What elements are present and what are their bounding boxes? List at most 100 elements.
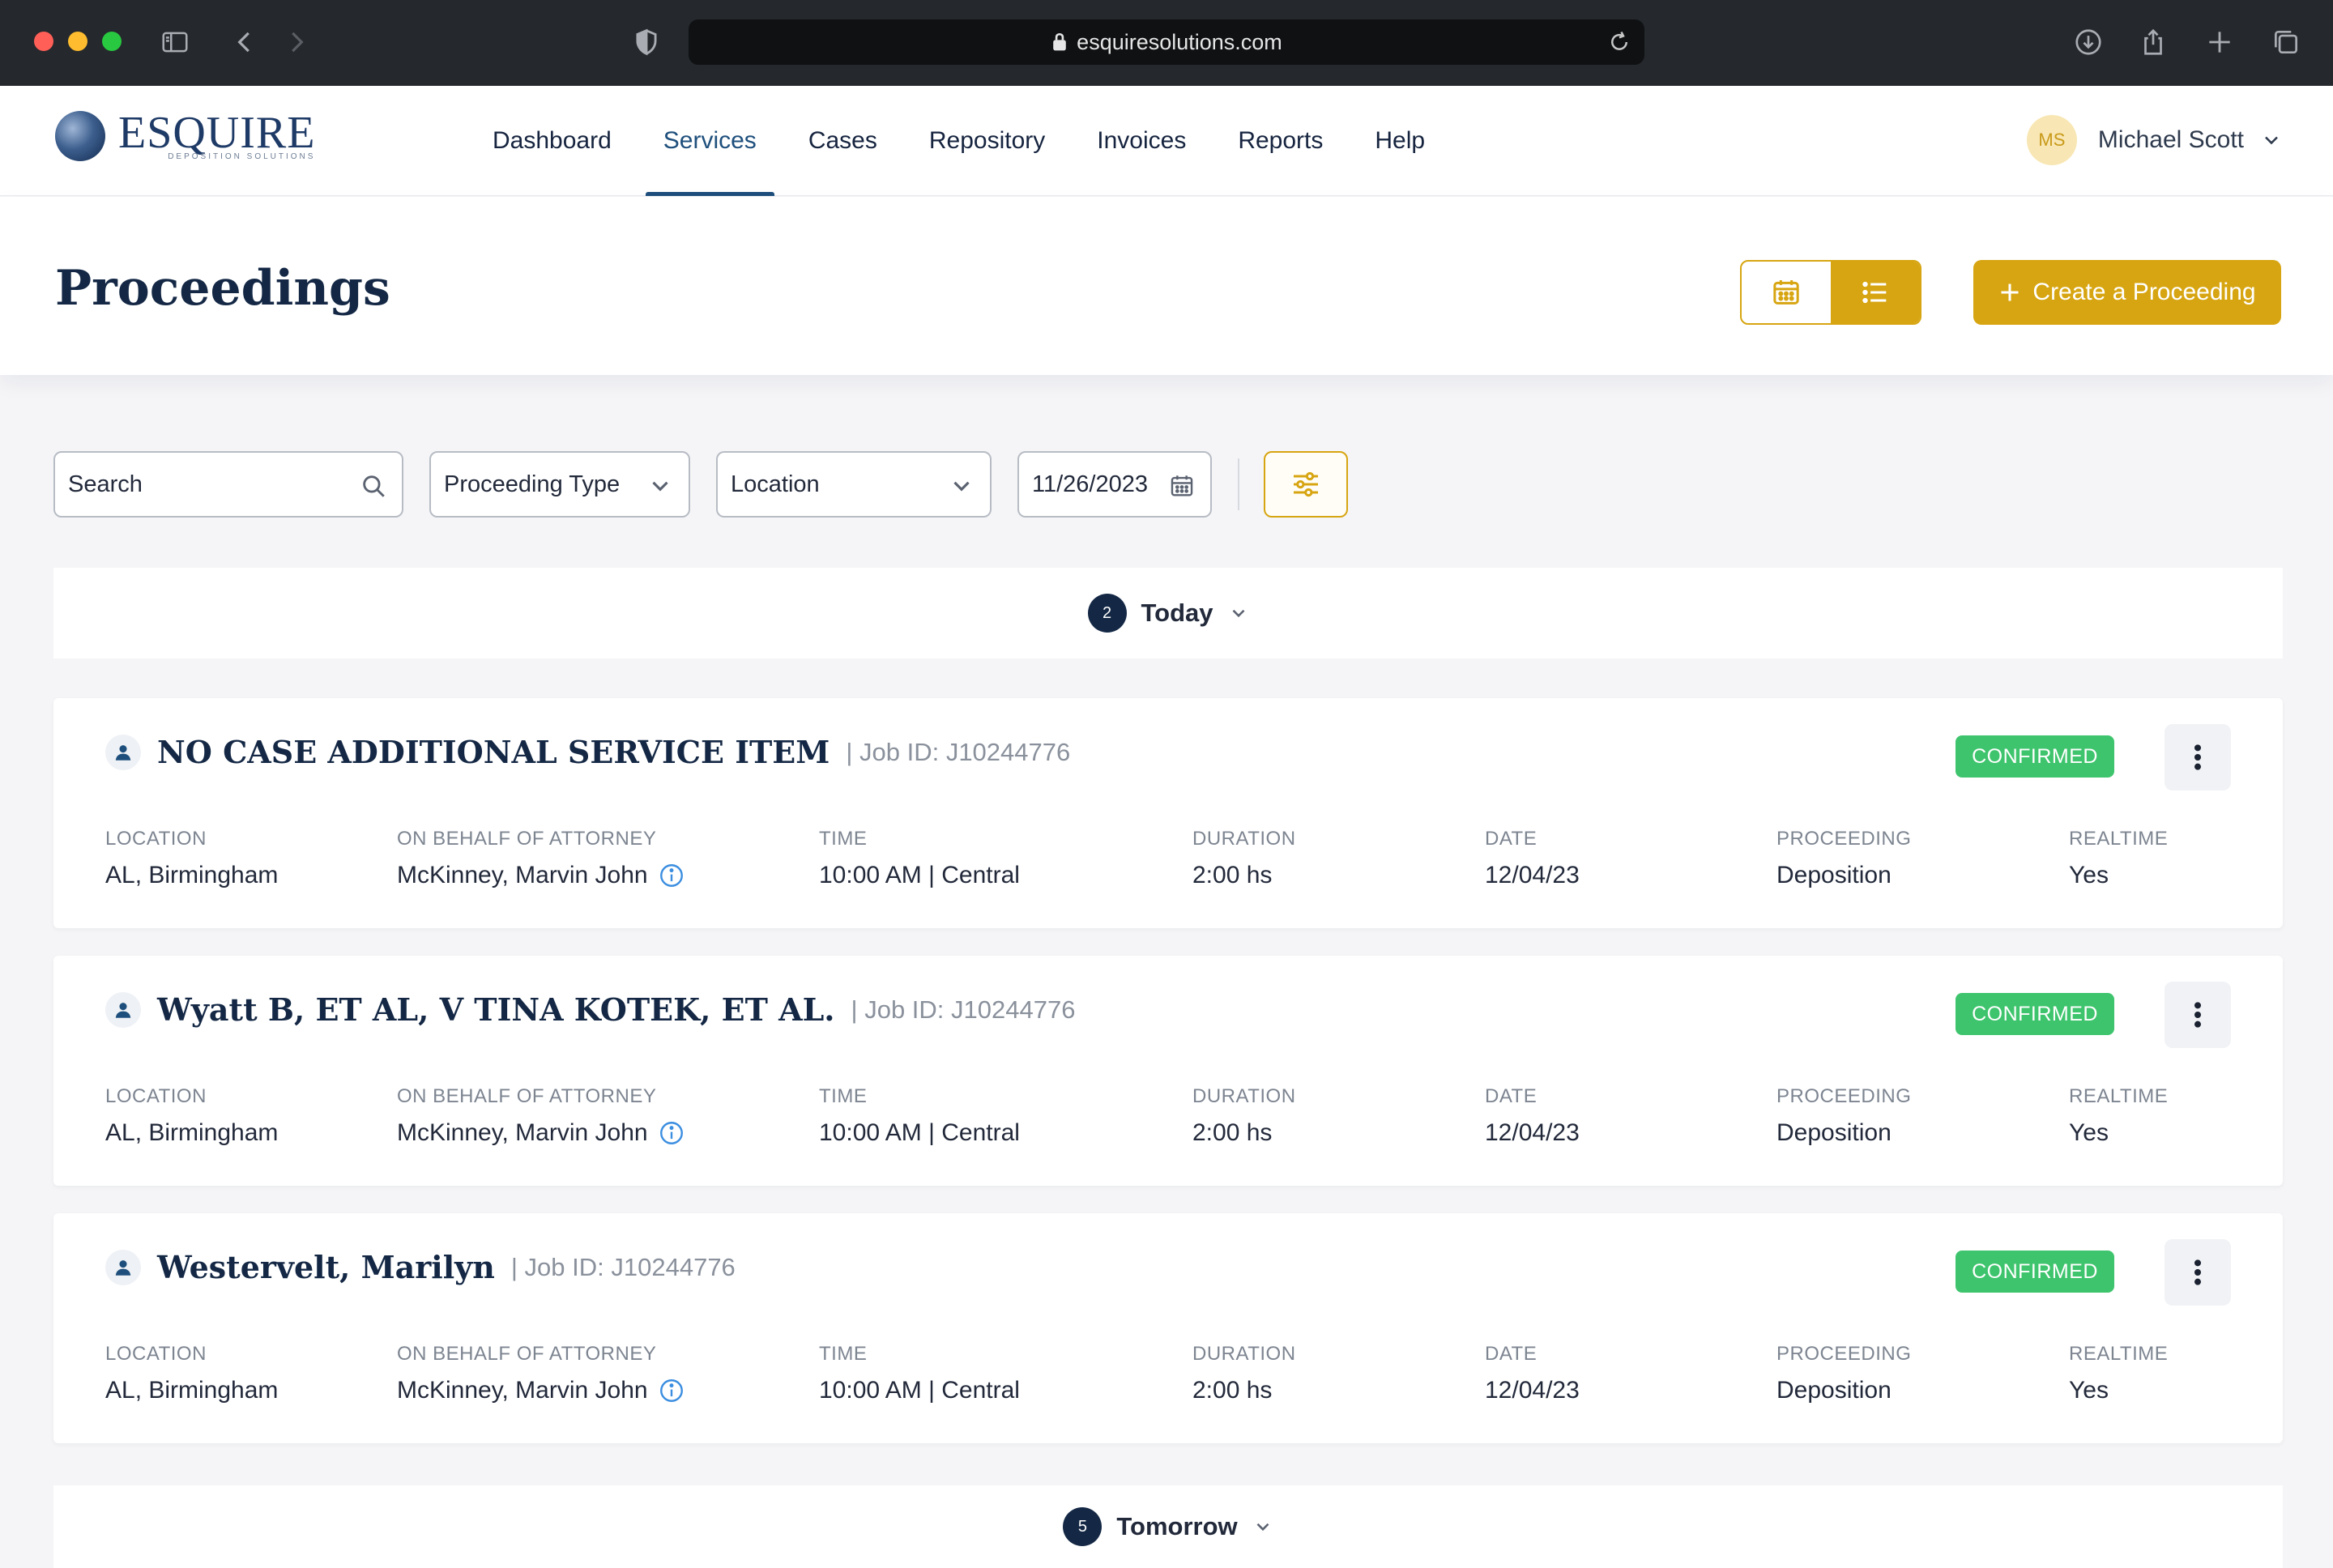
field-location: LOCATION AL, Birmingham <box>105 1343 279 1404</box>
tabs-overview-icon[interactable] <box>2268 24 2304 60</box>
more-actions-button[interactable] <box>2165 982 2231 1048</box>
nav-services[interactable]: Services <box>638 86 783 196</box>
case-title[interactable]: NO CASE ADDITIONAL SERVICE ITEM <box>157 734 830 770</box>
chevron-down-icon <box>953 481 970 492</box>
status-badge: CONFIRMED <box>1956 993 2114 1035</box>
plus-icon <box>2001 283 2019 301</box>
job-id: | Job ID: J10244776 <box>851 995 1076 1024</box>
share-icon[interactable] <box>2135 24 2171 60</box>
location-value: Location <box>731 471 820 497</box>
forward-arrow-icon[interactable] <box>279 24 314 60</box>
plus-icon[interactable] <box>2202 24 2237 60</box>
address-bar[interactable]: esquiresolutions.com <box>689 19 1644 65</box>
field-time: TIME 10:00 AM | Central <box>819 828 1020 888</box>
group-today[interactable]: 2 Today <box>53 568 2283 658</box>
chevron-down-icon <box>1256 1523 1269 1532</box>
zoom-window-button[interactable] <box>102 32 122 51</box>
field-realtime: REALTIME Yes <box>2069 1085 2169 1146</box>
field-duration: DURATION 2:00 hs <box>1192 828 1296 888</box>
nav-repository[interactable]: Repository <box>903 86 1071 196</box>
logo-tagline: DEPOSITION SOLUTIONS <box>168 152 316 161</box>
avatar: MS <box>2026 115 2077 165</box>
nav-cases[interactable]: Cases <box>783 86 903 196</box>
user-menu[interactable]: MS Michael Scott <box>2026 115 2283 165</box>
field-proceeding: PROCEEDING Deposition <box>1776 1085 1912 1146</box>
proceeding-card[interactable]: Wyatt B, ET AL, V TINA KOTEK, ET AL. | J… <box>53 956 2283 1186</box>
search-input[interactable]: Search <box>53 451 403 518</box>
chevron-down-icon <box>652 481 668 492</box>
nav-invoices[interactable]: Invoices <box>1071 86 1212 196</box>
field-date: DATE 12/04/23 <box>1485 1085 1580 1146</box>
close-window-button[interactable] <box>34 32 53 51</box>
calendar-view-button[interactable] <box>1742 262 1831 323</box>
url-text: esquiresolutions.com <box>1077 29 1282 54</box>
nav-reports[interactable]: Reports <box>1212 86 1349 196</box>
field-date: DATE 12/04/23 <box>1485 1343 1580 1404</box>
field-realtime: REALTIME Yes <box>2069 828 2169 888</box>
shield-icon[interactable] <box>629 24 664 60</box>
browser-chrome: esquiresolutions.com <box>0 0 2333 86</box>
field-duration: DURATION 2:00 hs <box>1192 1085 1296 1146</box>
attorney-name: McKinney, Marvin John <box>397 862 648 888</box>
kebab-icon <box>2194 1259 2201 1285</box>
search-icon <box>363 475 385 497</box>
view-toggle <box>1740 260 1921 325</box>
more-actions-button[interactable] <box>2165 1239 2231 1306</box>
list-view-button[interactable] <box>1831 262 1920 323</box>
calendar-icon <box>1773 280 1799 305</box>
page-title: Proceedings <box>55 260 390 317</box>
create-proceeding-label: Create a Proceeding <box>2032 279 2256 305</box>
field-duration: DURATION 2:00 hs <box>1192 1343 1296 1404</box>
search-placeholder: Search <box>68 471 143 497</box>
field-attorney: ON BEHALF OF ATTORNEY McKinney, Marvin Jo… <box>397 1343 685 1404</box>
date-picker[interactable]: 11/26/2023 <box>1017 451 1212 518</box>
proceeding-type-value: Proceeding Type <box>444 471 621 497</box>
group-tomorrow[interactable]: 5 Tomorrow <box>53 1485 2283 1568</box>
filter-divider <box>1238 458 1239 510</box>
case-title[interactable]: Wyatt B, ET AL, V TINA KOTEK, ET AL. <box>157 991 835 1028</box>
field-time: TIME 10:00 AM | Central <box>819 1343 1020 1404</box>
more-actions-button[interactable] <box>2165 724 2231 790</box>
field-attorney: ON BEHALF OF ATTORNEY McKinney, Marvin Jo… <box>397 1085 685 1147</box>
location-select[interactable]: Location <box>716 451 992 518</box>
proceeding-type-select[interactable]: Proceeding Type <box>429 451 690 518</box>
field-proceeding: PROCEEDING Deposition <box>1776 1343 1912 1404</box>
person-icon <box>105 1249 141 1285</box>
date-value: 11/26/2023 <box>1032 471 1148 497</box>
advanced-filters-button[interactable] <box>1264 451 1348 518</box>
field-attorney: ON BEHALF OF ATTORNEY McKinney, Marvin Jo… <box>397 828 685 889</box>
status-badge: CONFIRMED <box>1956 735 2114 778</box>
chevron-down-icon <box>2265 136 2278 145</box>
logo-wordmark: ESQUIRE <box>118 108 316 158</box>
status-badge: CONFIRMED <box>1956 1251 2114 1293</box>
field-time: TIME 10:00 AM | Central <box>819 1085 1020 1146</box>
job-id: | Job ID: J10244776 <box>510 1252 736 1281</box>
case-title[interactable]: Westervelt, Marilyn <box>157 1249 495 1285</box>
field-location: LOCATION AL, Birmingham <box>105 828 279 888</box>
back-arrow-icon[interactable] <box>227 24 262 60</box>
minimize-window-button[interactable] <box>68 32 87 51</box>
field-realtime: REALTIME Yes <box>2069 1343 2169 1404</box>
esquire-logo[interactable]: ESQUIRE DEPOSITION SOLUTIONS <box>55 110 315 161</box>
field-date: DATE 12/04/23 <box>1485 828 1580 888</box>
create-proceeding-button[interactable]: Create a Proceeding <box>1973 260 2281 325</box>
info-icon[interactable] <box>658 862 685 889</box>
info-icon[interactable] <box>658 1377 685 1404</box>
attorney-name: McKinney, Marvin John <box>397 1119 648 1146</box>
page-header: Proceedings Create a Proceeding <box>0 197 2333 375</box>
window-controls <box>34 32 122 51</box>
proceeding-card[interactable]: NO CASE ADDITIONAL SERVICE ITEM | Job ID… <box>53 698 2283 928</box>
sidebar-icon[interactable] <box>157 24 193 60</box>
info-icon[interactable] <box>658 1119 685 1147</box>
reload-icon[interactable] <box>1607 30 1631 54</box>
proceeding-card[interactable]: Westervelt, Marilyn | Job ID: J10244776 … <box>53 1213 2283 1443</box>
sliders-icon <box>1294 471 1318 497</box>
list-icon <box>1862 281 1887 304</box>
group-count-badge: 5 <box>1063 1507 1103 1546</box>
nav-help[interactable]: Help <box>1349 86 1451 196</box>
nav-dashboard[interactable]: Dashboard <box>467 86 638 196</box>
download-icon[interactable] <box>2071 24 2106 60</box>
group-label: Today <box>1141 599 1213 627</box>
person-icon <box>105 734 141 770</box>
field-location: LOCATION AL, Birmingham <box>105 1085 279 1146</box>
